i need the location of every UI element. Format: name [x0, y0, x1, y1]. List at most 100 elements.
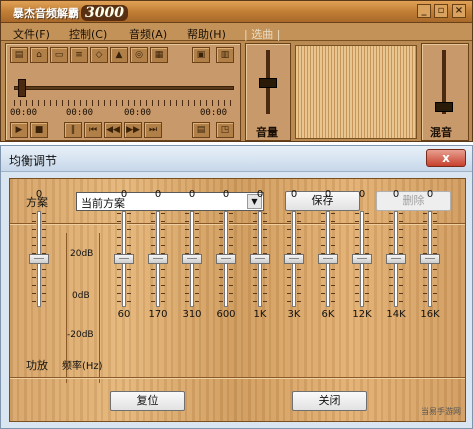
band-value: 0	[358, 189, 366, 200]
menu-control[interactable]: 控制(C)	[69, 26, 107, 42]
band-knob[interactable]	[250, 254, 270, 264]
equalizer-icon[interactable]: ▤	[192, 122, 210, 138]
band-power: 0	[24, 179, 54, 423]
band-knob[interactable]	[318, 254, 338, 264]
rewind-list-icon[interactable]: ◇	[90, 47, 108, 63]
band-knob[interactable]	[182, 254, 202, 264]
db-bottom-label: -20dB	[67, 330, 94, 340]
pause-icon[interactable]: ‖	[64, 122, 82, 138]
band-frequency-label: 310	[182, 309, 202, 320]
shade-button[interactable]: ▫	[434, 4, 448, 18]
band-knob[interactable]	[148, 254, 168, 264]
band-value: 0	[324, 189, 332, 200]
reset-button[interactable]: 复位	[110, 391, 185, 411]
band-310: 0 310	[177, 179, 207, 423]
band-value: 0	[392, 189, 400, 200]
volume-label: 音量	[256, 126, 278, 139]
band-600: 0 600	[211, 179, 241, 423]
band-value: 0	[154, 189, 162, 200]
save-list-icon[interactable]: ▦	[150, 47, 168, 63]
equalizer-titlebar: 均衡调节 x	[1, 146, 472, 172]
band-3K: 0 3K	[279, 179, 309, 423]
band-frequency-label: 16K	[420, 309, 440, 320]
band-60: 0 60	[109, 179, 139, 423]
band-frequency-label: 3K	[287, 309, 301, 320]
equalizer-close-icon[interactable]: x	[426, 149, 466, 167]
cd-icon[interactable]: ◎	[130, 47, 148, 63]
app-logo: 3000	[81, 5, 128, 21]
stop-icon[interactable]: ■	[30, 122, 48, 138]
upload-icon[interactable]: ▲	[110, 47, 128, 63]
menu-file[interactable]: 文件(F)	[13, 26, 50, 42]
volume-knob[interactable]	[259, 78, 277, 88]
band-knob[interactable]	[352, 254, 372, 264]
time-total: 00:00	[200, 108, 228, 118]
band-knob[interactable]	[114, 254, 134, 264]
band-value: 0	[120, 189, 128, 200]
db-mid-label: 0dB	[72, 291, 90, 301]
watermark: 当易手游网	[421, 407, 461, 416]
player-window: 暴杰音频解霸 3000 _ ▫ × 文件(F) 控制(C) 音频(A) 帮助(H)…	[0, 0, 473, 142]
reverb-knob[interactable]	[435, 102, 453, 112]
time-marker-2: 00:00	[124, 108, 152, 118]
menu-select-track: | 选曲 |	[244, 28, 281, 41]
band-frequency-label: 14K	[386, 309, 406, 320]
band-knob[interactable]	[386, 254, 406, 264]
minimize-button[interactable]: _	[417, 4, 431, 18]
player-titlebar: 暴杰音频解霸 3000 _ ▫ ×	[1, 1, 472, 23]
band-170: 0 170	[143, 179, 173, 423]
band-12K: 0 12K	[347, 179, 377, 423]
menu-help[interactable]: 帮助(H)	[187, 26, 226, 42]
next-icon[interactable]: ⏭	[144, 122, 162, 138]
band-knob[interactable]	[29, 254, 49, 264]
frequency-header: 频率(Hz)	[62, 361, 103, 372]
close-player-button[interactable]: ×	[452, 4, 466, 18]
settings-icon[interactable]: ▥	[216, 47, 234, 63]
previous-icon[interactable]: ⏮	[84, 122, 102, 138]
band-frequency-label: 60	[117, 309, 131, 320]
time-elapsed: 00:00	[10, 108, 38, 118]
resize-icon[interactable]: ◳	[216, 122, 234, 138]
rewind-icon[interactable]: ◀◀	[104, 122, 122, 138]
app-title-text: 暴杰音频解霸	[13, 7, 79, 20]
open-file-icon[interactable]: ▤	[10, 47, 28, 63]
band-value: 0	[35, 189, 43, 200]
open-folder-icon[interactable]: ⌂	[30, 47, 48, 63]
open-url-icon[interactable]: ▭	[50, 47, 68, 63]
band-frequency-label: 600	[216, 309, 236, 320]
play-icon[interactable]: ▶	[10, 122, 28, 138]
band-14K: 0 14K	[381, 179, 411, 423]
playlist-icon[interactable]: ≡	[70, 47, 88, 63]
band-knob[interactable]	[284, 254, 304, 264]
band-1K: 0 1K	[245, 179, 275, 423]
band-knob[interactable]	[420, 254, 440, 264]
band-value: 0	[188, 189, 196, 200]
control-panel: ▤ ⌂ ▭ ≡ ◇ ▲ ◎ ▦ ▣ ▥ 00:00 00:00 00:00 00…	[5, 43, 241, 141]
seek-ticks	[14, 100, 234, 106]
band-value: 0	[256, 189, 264, 200]
band-6K: 0 6K	[313, 179, 343, 423]
band-knob[interactable]	[216, 254, 236, 264]
equalizer-dialog: 均衡调节 x 方案 当前方案 ▼ 保存 删除 20dB 0dB -20dB 00…	[0, 145, 473, 429]
band-value: 0	[290, 189, 298, 200]
band-value: 0	[426, 189, 434, 200]
info-icon[interactable]: ▣	[192, 47, 210, 63]
seek-track[interactable]	[14, 86, 234, 90]
forward-icon[interactable]: ▶▶	[124, 122, 142, 138]
menu-audio[interactable]: 音频(A)	[129, 26, 167, 42]
band-frequency-label: 1K	[253, 309, 267, 320]
equalizer-body: 方案 当前方案 ▼ 保存 删除 20dB 0dB -20dB 0 0 60 0 170 0…	[9, 178, 466, 422]
app-title: 暴杰音频解霸 3000	[13, 5, 128, 21]
reverb-panel: 混音	[421, 43, 469, 141]
band-frequency-label: 12K	[352, 309, 372, 320]
band-frequency-label: 170	[148, 309, 168, 320]
close-button[interactable]: 关闭	[292, 391, 367, 411]
band-16K: 0 16K	[415, 179, 445, 423]
spectrum-visualizer	[295, 45, 417, 139]
band-frequency-label: 6K	[321, 309, 335, 320]
db-top-label: 20dB	[70, 249, 94, 259]
volume-panel: 音量	[245, 43, 291, 141]
band-value: 0	[222, 189, 230, 200]
seek-knob[interactable]	[18, 79, 26, 97]
bottom-divider	[10, 377, 465, 378]
